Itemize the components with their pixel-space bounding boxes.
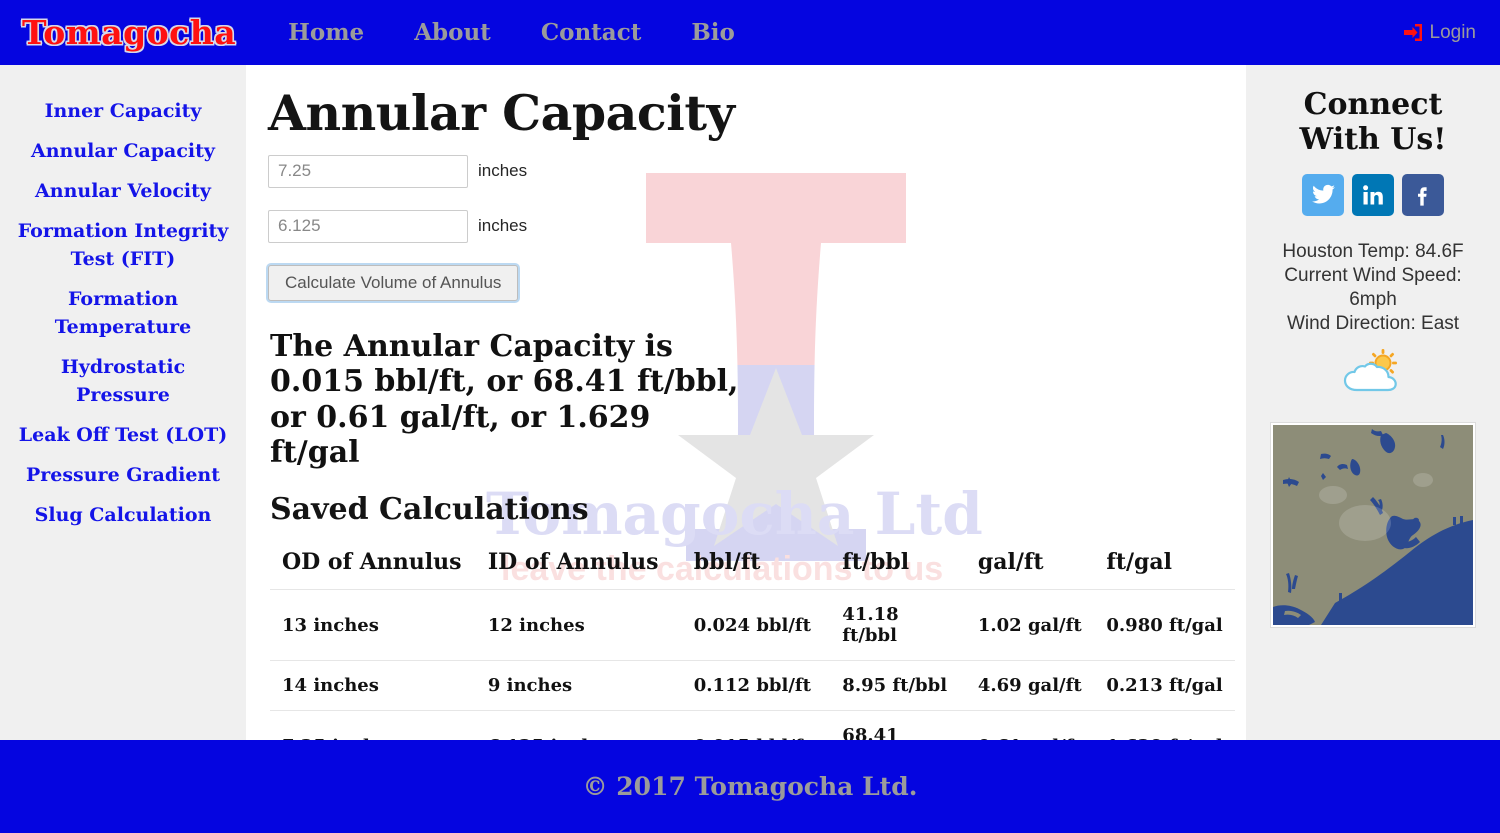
weather-wind-speed: Current Wind Speed: 6mph [1284, 264, 1462, 310]
login-button[interactable]: Login [1403, 0, 1477, 65]
saved-calculations-table: OD of Annulus ID of Annulus bbl/ft ft/bb… [270, 545, 1235, 740]
footer-copyright: © 2017 Tomagocha Ltd. [582, 772, 918, 801]
right-sidebar: Connect With Us! Houston Temp: 84.6F Cur… [1246, 65, 1500, 740]
od-input[interactable] [268, 154, 468, 188]
od-field-row: inches [268, 154, 1216, 188]
footer: © 2017 Tomagocha Ltd. [0, 740, 1500, 833]
nav-link-home[interactable]: Home [272, 19, 380, 46]
sun-behind-cloud-icon [1343, 348, 1403, 394]
sidebar-item-inner-capacity[interactable]: Inner Capacity [0, 91, 246, 131]
cell-gal-ft: 1.02 gal/ft [965, 589, 1095, 661]
sidebar-item-annular-capacity[interactable]: Annular Capacity [0, 131, 246, 171]
sidebar-item-hydrostatic-pressure[interactable]: Hydrostatic Pressure [0, 347, 246, 415]
cell-ft-bbl: 41.18 ft/bbl [830, 589, 966, 661]
cell-id: 9 inches [475, 660, 682, 711]
linkedin-icon[interactable] [1352, 173, 1394, 216]
brand-logo[interactable]: Tomagocha [22, 16, 236, 49]
main-content: Tomagocha Ltd leave the calculations to … [246, 65, 1246, 740]
sidebar-item-formation-integrity-test[interactable]: Formation Integrity Test (FIT) [0, 211, 246, 279]
cell-od: 13 inches [270, 589, 476, 661]
connect-with-us-title: Connect With Us! [1299, 87, 1447, 158]
column-header-gal-ft: gal/ft [977, 549, 1044, 576]
cell-od: 7.25 inches [270, 710, 476, 740]
cell-bbl-ft: 0.112 bbl/ft [681, 660, 831, 711]
page-root: Tomagocha Home About Contact Bio Login I… [0, 0, 1500, 833]
nav-links: Home About Contact Bio [272, 19, 769, 46]
facebook-icon[interactable] [1402, 173, 1444, 216]
id-unit-label: inches [478, 216, 528, 236]
login-label: Login [1429, 21, 1477, 43]
od-unit-label: inches [478, 161, 528, 181]
sidebar-item-slug-calculation[interactable]: Slug Calculation [0, 495, 246, 535]
column-header-bbl-ft: bbl/ft [693, 549, 761, 576]
body-wrap: Inner Capacity Annular Capacity Annular … [0, 65, 1500, 740]
column-header-ft-gal: ft/gal [1106, 549, 1173, 576]
weather-temp: Houston Temp: 84.6F [1282, 240, 1464, 262]
table-row: 14 inches 9 inches 0.112 bbl/ft 8.95 ft/… [270, 660, 1235, 711]
cell-ft-bbl: 68.41 ft/bbl [830, 710, 966, 740]
sidebar-item-annular-velocity[interactable]: Annular Velocity [0, 171, 246, 211]
nav-link-about[interactable]: About [398, 19, 507, 46]
cell-ft-gal: 0.980 ft/gal [1094, 589, 1235, 661]
sign-in-icon [1403, 23, 1423, 42]
table-row: 7.25 inches 6.125 inches 0.015 bbl/ft 68… [270, 710, 1235, 740]
id-input[interactable] [268, 209, 468, 243]
weather-radar-map[interactable] [1271, 422, 1475, 627]
cell-gal-ft: 0.61 gal/ft [965, 710, 1095, 740]
cell-id: 6.125 inches [475, 710, 682, 740]
cell-gal-ft: 4.69 gal/ft [965, 660, 1095, 711]
cell-bbl-ft: 0.024 bbl/ft [681, 589, 831, 661]
page-title: Annular Capacity [268, 84, 735, 142]
column-header-id: ID of Annulus [487, 549, 659, 576]
nav-link-contact[interactable]: Contact [525, 19, 658, 46]
column-header-od: OD of Annulus [282, 549, 462, 576]
cell-ft-bbl: 8.95 ft/bbl [830, 660, 966, 711]
sidebar-item-formation-temperature[interactable]: Formation Temperature [0, 279, 246, 347]
cell-bbl-ft: 0.015 bbl/ft [681, 710, 831, 740]
sidebar-item-pressure-gradient[interactable]: Pressure Gradient [0, 455, 246, 495]
cell-ft-gal: 0.213 ft/gal [1094, 660, 1235, 711]
social-links [1260, 173, 1486, 216]
calculate-volume-button[interactable]: Calculate Volume of Annulus [268, 264, 519, 301]
twitter-icon[interactable] [1302, 173, 1344, 216]
table-row: 13 inches 12 inches 0.024 bbl/ft 41.18 f… [270, 589, 1235, 661]
id-field-row: inches [268, 209, 1216, 243]
saved-calculations-title: Saved Calculations [270, 492, 589, 528]
result-text: The Annular Capacity is 0.015 bbl/ft, or… [270, 328, 739, 471]
cell-ft-gal: 1.629 ft/gal [1094, 710, 1235, 740]
sidebar-item-leak-off-test[interactable]: Leak Off Test (LOT) [0, 415, 246, 455]
cell-id: 12 inches [475, 589, 682, 661]
table-header-row: OD of Annulus ID of Annulus bbl/ft ft/bb… [270, 545, 1235, 590]
column-header-ft-bbl: ft/bbl [842, 549, 910, 576]
cell-od: 14 inches [270, 660, 476, 711]
nav-link-bio[interactable]: Bio [675, 19, 751, 46]
weather-wind-direction: Wind Direction: East [1286, 312, 1460, 334]
left-sidebar: Inner Capacity Annular Capacity Annular … [0, 65, 246, 740]
top-navbar: Tomagocha Home About Contact Bio Login [0, 0, 1500, 65]
